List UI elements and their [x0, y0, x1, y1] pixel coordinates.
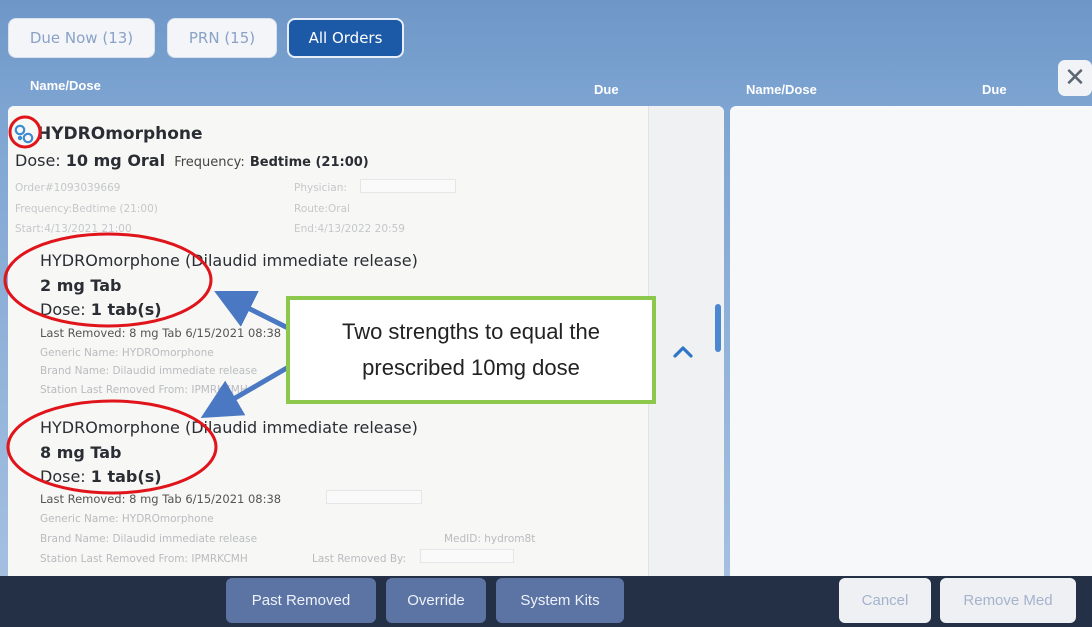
item-2-dose-value: 1 tab(s) — [90, 467, 162, 486]
item-2-brand: Brand Name: Dilaudid immediate release — [40, 533, 258, 545]
remove-med-button[interactable]: Remove Med — [940, 578, 1076, 623]
item-1-generic: Generic Name: HYDROmorphone — [40, 347, 214, 359]
chevron-up-icon[interactable] — [673, 344, 693, 358]
tab-due-now[interactable]: Due Now (13) — [8, 18, 155, 58]
order-frequency-label: Frequency: — [174, 155, 245, 170]
close-button[interactable]: ✕ — [1058, 60, 1092, 96]
order-med-name: HYDROmorphone — [37, 124, 203, 144]
order-frequency-detail: Frequency:Bedtime (21:00) — [15, 203, 158, 215]
order-dose: Dose: 10 mg Oral Frequency: Bedtime (21:… — [15, 151, 369, 170]
item-2-medid: MedID: hydrom8t — [444, 533, 536, 545]
tab-prn[interactable]: PRN (15) — [167, 18, 277, 58]
item-2-last-removed-by: Last Removed By: — [312, 553, 407, 565]
selected-meds-panel — [730, 106, 1092, 576]
order-number: Order#1093039669 — [15, 182, 121, 194]
order-dose-value: 10 mg Oral — [65, 151, 166, 170]
order-end: End:4/13/2022 20:59 — [294, 223, 405, 235]
item-2-station: Station Last Removed From: IPMRKCMH — [40, 553, 248, 565]
callout-line-1: Two strengths to equal the — [341, 319, 601, 344]
annotation-callout: Two strengths to equal the prescribed 10… — [286, 296, 656, 404]
item-2-last-removed: Last Removed: 8 mg Tab 6/15/2021 08:38 — [40, 492, 282, 506]
item-1-dose: Dose: 1 tab(s) — [40, 300, 162, 319]
cancel-button[interactable]: Cancel — [839, 578, 931, 623]
left-name-header: Name/Dose — [30, 78, 101, 93]
order-start: Start:4/13/2021 21:00 — [15, 223, 132, 235]
redacted-physician — [360, 179, 456, 193]
item-2-generic: Generic Name: HYDROmorphone — [40, 513, 214, 525]
redacted-last-removed-user — [326, 490, 422, 504]
scroll-column — [648, 106, 724, 576]
item-1-last-removed: Last Removed: 8 mg Tab 6/15/2021 08:38 — [40, 326, 282, 340]
screen: Due Now (13) PRN (15) All Orders Name/Do… — [0, 0, 1092, 627]
order-frequency-value: Bedtime (21:00) — [249, 155, 369, 170]
past-removed-button[interactable]: Past Removed — [226, 578, 376, 623]
item-1-brand: Brand Name: Dilaudid immediate release — [40, 365, 258, 377]
item-1-strength: 2 mg Tab — [40, 276, 122, 295]
override-button[interactable]: Override — [386, 578, 486, 623]
item-1-dose-value: 1 tab(s) — [90, 300, 162, 319]
scrollbar-thumb[interactable] — [715, 304, 721, 352]
physician-label: Physician: — [294, 182, 347, 194]
linked-order-icon[interactable] — [13, 123, 35, 145]
order-route: Route:Oral — [294, 203, 350, 215]
right-name-header: Name/Dose — [746, 82, 817, 97]
right-due-header: Due — [982, 82, 1007, 97]
callout-line-2: prescribed 10mg dose — [362, 355, 580, 380]
item-1-title[interactable]: HYDROmorphone (Dilaudid immediate releas… — [40, 251, 418, 270]
item-1-station: Station Last Removed From: IPMRKCMH — [40, 384, 248, 396]
item-2-dose: Dose: 1 tab(s) — [40, 467, 162, 486]
item-1-dose-label: Dose: — [40, 300, 86, 319]
system-kits-button[interactable]: System Kits — [496, 578, 624, 623]
item-2-dose-label: Dose: — [40, 467, 86, 486]
tab-all-orders[interactable]: All Orders — [287, 18, 404, 58]
item-2-strength: 8 mg Tab — [40, 443, 122, 462]
order-dose-label: Dose: — [15, 151, 61, 170]
close-icon: ✕ — [1064, 63, 1086, 93]
left-due-header: Due — [594, 82, 619, 97]
redacted-removed-by — [420, 549, 514, 563]
item-2-title[interactable]: HYDROmorphone (Dilaudid immediate releas… — [40, 418, 418, 437]
